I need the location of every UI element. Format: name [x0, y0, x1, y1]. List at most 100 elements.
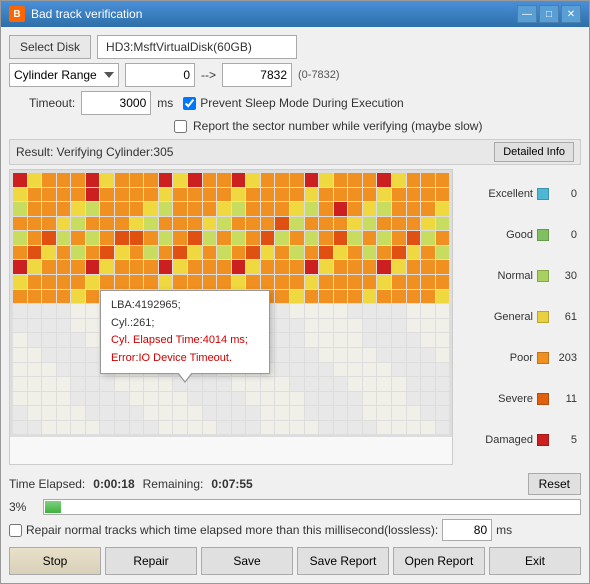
grid-cell[interactable]	[334, 377, 348, 391]
grid-cell[interactable]	[57, 202, 71, 216]
grid-cell[interactable]	[275, 246, 289, 260]
grid-cell[interactable]	[290, 363, 304, 377]
grid-cell[interactable]	[436, 290, 450, 304]
grid-cell[interactable]	[42, 333, 56, 347]
grid-cell[interactable]	[144, 392, 158, 406]
grid-cell[interactable]	[275, 406, 289, 420]
grid-cell[interactable]	[407, 188, 421, 202]
grid-cell[interactable]	[290, 231, 304, 245]
grid-cell[interactable]	[86, 290, 100, 304]
grid-cell[interactable]	[290, 173, 304, 187]
grid-cell[interactable]	[173, 202, 187, 216]
grid-cell[interactable]	[217, 421, 231, 435]
grid-cell[interactable]	[232, 275, 246, 289]
grid-cell[interactable]	[363, 421, 377, 435]
grid-cell[interactable]	[319, 188, 333, 202]
grid-cell[interactable]	[57, 188, 71, 202]
grid-cell[interactable]	[407, 217, 421, 231]
grid-cell[interactable]	[334, 421, 348, 435]
grid-cell[interactable]	[392, 319, 406, 333]
detailed-info-button[interactable]: Detailed Info	[494, 142, 574, 162]
grid-cell[interactable]	[363, 348, 377, 362]
grid-cell[interactable]	[392, 333, 406, 347]
grid-cell[interactable]	[159, 246, 173, 260]
grid-cell[interactable]	[57, 304, 71, 318]
grid-cell[interactable]	[57, 246, 71, 260]
grid-cell[interactable]	[407, 246, 421, 260]
grid-cell[interactable]	[392, 348, 406, 362]
grid-cell[interactable]	[188, 188, 202, 202]
grid-cell[interactable]	[363, 231, 377, 245]
grid-cell[interactable]	[436, 363, 450, 377]
grid-cell[interactable]	[392, 217, 406, 231]
grid-cell[interactable]	[28, 275, 42, 289]
grid-cell[interactable]	[421, 304, 435, 318]
grid-cell[interactable]	[159, 202, 173, 216]
grid-cell[interactable]	[159, 260, 173, 274]
grid-cell[interactable]	[71, 421, 85, 435]
range-start-input[interactable]	[125, 63, 195, 87]
grid-cell[interactable]	[130, 202, 144, 216]
grid-cell[interactable]	[305, 304, 319, 318]
grid-cell[interactable]	[392, 275, 406, 289]
grid-cell[interactable]	[86, 421, 100, 435]
grid-cell[interactable]	[421, 173, 435, 187]
grid-cell[interactable]	[436, 188, 450, 202]
grid-cell[interactable]	[377, 333, 391, 347]
grid-cell[interactable]	[407, 202, 421, 216]
grid-cell[interactable]	[421, 290, 435, 304]
grid-cell[interactable]	[42, 202, 56, 216]
grid-cell[interactable]	[334, 406, 348, 420]
grid-cell[interactable]	[130, 260, 144, 274]
grid-cell[interactable]	[334, 231, 348, 245]
grid-cell[interactable]	[217, 406, 231, 420]
grid-cell[interactable]	[421, 363, 435, 377]
grid-cell[interactable]	[13, 363, 27, 377]
grid-cell[interactable]	[246, 202, 260, 216]
grid-cell[interactable]	[261, 231, 275, 245]
grid-cell[interactable]	[334, 290, 348, 304]
grid-cell[interactable]	[28, 348, 42, 362]
grid-cell[interactable]	[42, 392, 56, 406]
grid-cell[interactable]	[334, 348, 348, 362]
grid-cell[interactable]	[57, 333, 71, 347]
grid-cell[interactable]	[42, 377, 56, 391]
grid-cell[interactable]	[436, 392, 450, 406]
grid-cell[interactable]	[28, 319, 42, 333]
select-disk-button[interactable]: Select Disk	[9, 35, 91, 59]
grid-cell[interactable]	[319, 363, 333, 377]
grid-cell[interactable]	[305, 246, 319, 260]
grid-cell[interactable]	[407, 363, 421, 377]
grid-cell[interactable]	[232, 406, 246, 420]
grid-cell[interactable]	[305, 202, 319, 216]
grid-cell[interactable]	[130, 217, 144, 231]
grid-cell[interactable]	[188, 392, 202, 406]
grid-cell[interactable]	[130, 392, 144, 406]
grid-cell[interactable]	[13, 188, 27, 202]
grid-cell[interactable]	[421, 260, 435, 274]
grid-cell[interactable]	[115, 188, 129, 202]
grid-cell[interactable]	[203, 246, 217, 260]
repair-checkbox[interactable]	[9, 524, 22, 537]
grid-cell[interactable]	[407, 231, 421, 245]
grid-cell[interactable]	[71, 290, 85, 304]
grid-cell[interactable]	[436, 217, 450, 231]
grid-cell[interactable]	[203, 173, 217, 187]
grid-cell[interactable]	[28, 188, 42, 202]
grid-cell[interactable]	[392, 406, 406, 420]
grid-cell[interactable]	[421, 246, 435, 260]
grid-cell[interactable]	[421, 333, 435, 347]
grid-cell[interactable]	[57, 260, 71, 274]
open-report-button[interactable]: Open Report	[393, 547, 485, 575]
grid-cell[interactable]	[305, 275, 319, 289]
grid-cell[interactable]	[261, 275, 275, 289]
grid-cell[interactable]	[159, 173, 173, 187]
grid-cell[interactable]	[334, 319, 348, 333]
grid-cell[interactable]	[217, 275, 231, 289]
grid-cell[interactable]	[363, 246, 377, 260]
grid-cell[interactable]	[392, 377, 406, 391]
grid-cell[interactable]	[334, 363, 348, 377]
grid-cell[interactable]	[144, 231, 158, 245]
grid-cell[interactable]	[261, 188, 275, 202]
grid-cell[interactable]	[436, 377, 450, 391]
